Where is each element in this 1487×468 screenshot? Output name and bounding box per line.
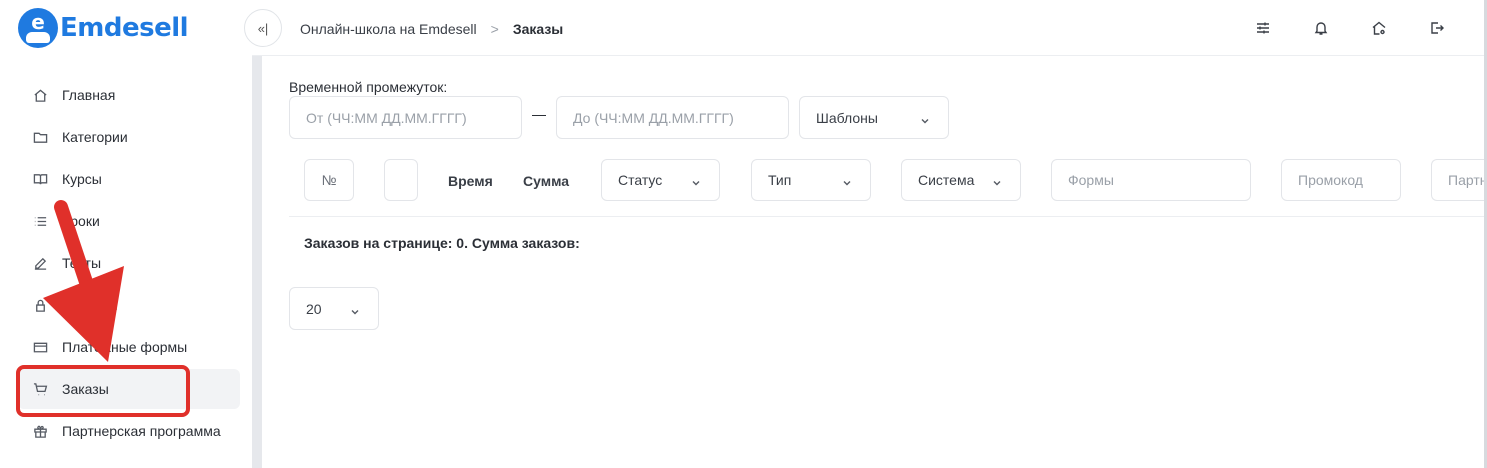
date-range-dash [532, 115, 546, 116]
orders-main: Временной промежуток: Шаблоны № Время Су… [262, 56, 1484, 468]
collapse-icon: «| [257, 20, 269, 36]
sidebar-item-label: Уроки [62, 213, 100, 229]
sidebar-item-label: Курсы [62, 171, 102, 187]
partner-input[interactable] [1432, 172, 1484, 188]
brand-name: Emdesell [60, 13, 189, 43]
time-column-header[interactable]: Время [448, 173, 493, 189]
home-icon [32, 87, 48, 103]
chevron-down-icon [842, 175, 852, 186]
sidebar-item-partner-program[interactable]: Партнерская программа [18, 411, 240, 451]
credit-card-icon [32, 339, 48, 355]
collapse-sidebar-button[interactable]: «| [244, 9, 282, 47]
sidebar-item-home[interactable]: Главная [18, 75, 240, 115]
chevron-down-icon [350, 304, 360, 314]
per-page-select[interactable]: 20 [289, 287, 379, 330]
date-from-field[interactable] [289, 96, 522, 139]
gift-icon [32, 423, 48, 439]
filter-settings-icon[interactable] [1253, 18, 1273, 38]
promo-field[interactable] [1281, 159, 1401, 201]
status-select[interactable]: Статус [601, 159, 720, 201]
sidebar-item-label: Тесты [62, 255, 102, 271]
chevron-down-icon [920, 113, 930, 123]
sidebar-item-lessons[interactable]: Уроки [18, 201, 240, 241]
folder-icon [32, 129, 48, 145]
forms-field[interactable] [1051, 159, 1251, 201]
sidebar-item-label: Платежные формы [62, 339, 188, 355]
sidebar-item-label: Партнерская программа [62, 423, 221, 439]
templates-select-value: Шаблоны [816, 109, 878, 126]
home-settings-icon[interactable] [1369, 18, 1389, 38]
sidebar-item-label: Главная [62, 87, 116, 103]
status-select-value: Статус [618, 172, 663, 188]
annotation-highlight-box [16, 365, 190, 417]
chevron-down-icon [691, 175, 701, 186]
sidebar-item-categories[interactable]: Категории [18, 117, 240, 157]
logo-letter: e [31, 10, 45, 34]
breadcrumb-current: Заказы [512, 21, 564, 37]
system-select[interactable]: Система [901, 159, 1021, 201]
sidebar-item-tests[interactable]: Тесты [18, 243, 240, 283]
logout-icon[interactable] [1427, 18, 1447, 38]
date-from-input[interactable] [290, 109, 521, 126]
sidebar-item-access[interactable]: Доступы [18, 285, 240, 325]
bell-icon[interactable] [1311, 18, 1331, 38]
date-to-field[interactable] [556, 96, 789, 139]
top-header: «| Онлайн-школа на Emdesell > Заказы [244, 0, 1487, 56]
edit-icon [32, 255, 48, 271]
sidebar-item-label: Доступы [62, 297, 118, 313]
order-number-filter[interactable]: № [304, 159, 354, 201]
list-icon [32, 213, 48, 229]
breadcrumb-separator: > [490, 21, 499, 37]
type-select-value: Тип [768, 172, 792, 188]
promo-input[interactable] [1282, 172, 1400, 188]
select-all-checkbox[interactable] [384, 159, 418, 201]
forms-input[interactable] [1052, 172, 1250, 188]
period-label: Временной промежуток: [289, 79, 448, 95]
orders-summary: Заказов на странице: 0. Сумма заказов: [304, 235, 580, 251]
lock-icon [32, 297, 48, 313]
sum-column-header[interactable]: Сумма [523, 173, 569, 189]
sidebar-divider [252, 56, 262, 468]
logo-badge-icon: e [18, 8, 58, 48]
logo[interactable]: e Emdesell [18, 8, 189, 48]
breadcrumb-root-link[interactable]: Онлайн-школа на Emdesell [300, 21, 477, 37]
order-number-label: № [321, 172, 337, 188]
per-page-value: 20 [306, 300, 322, 317]
sidebar-item-courses[interactable]: Курсы [18, 159, 240, 199]
header-actions [1215, 18, 1487, 38]
system-select-value: Система [918, 172, 975, 188]
sidebar-item-payment-forms[interactable]: Платежные формы [18, 327, 240, 367]
templates-select[interactable]: Шаблоны [799, 96, 949, 139]
date-to-input[interactable] [557, 109, 788, 126]
book-icon [32, 171, 48, 187]
breadcrumb: Онлайн-школа на Emdesell > Заказы [300, 21, 563, 37]
filter-divider [289, 216, 1484, 217]
partner-field[interactable] [1431, 159, 1484, 201]
sidebar-item-label: Категории [62, 129, 128, 145]
type-select[interactable]: Тип [751, 159, 871, 201]
chevron-down-icon [992, 175, 1002, 186]
